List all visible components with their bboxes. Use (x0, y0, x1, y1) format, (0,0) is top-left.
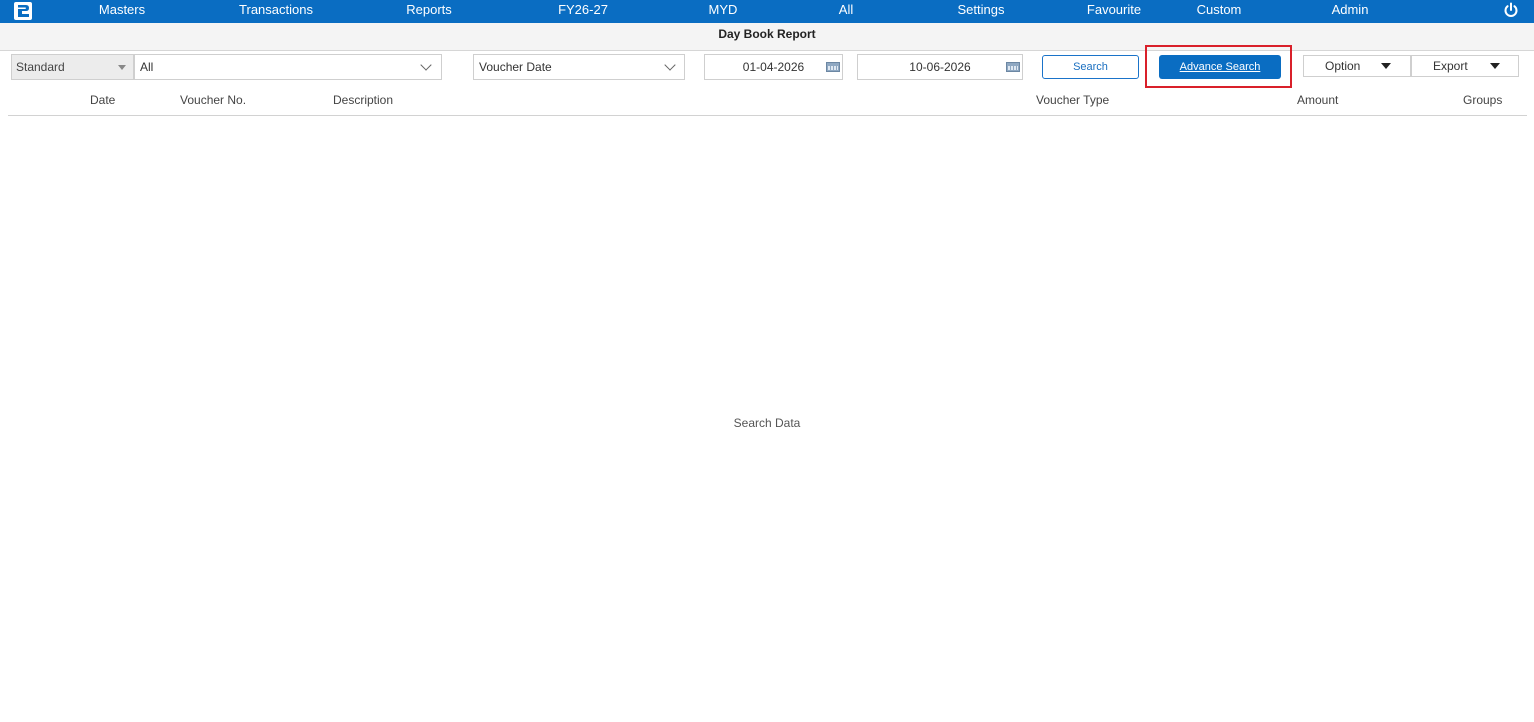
app-logo-icon[interactable] (14, 2, 32, 20)
table-header-divider (8, 115, 1527, 116)
caret-down-icon (1490, 63, 1500, 69)
empty-state-message: Search Data (733, 416, 801, 430)
report-format-select[interactable]: Standard (11, 54, 134, 80)
nav-transactions[interactable]: Transactions (239, 0, 313, 23)
column-header-groups[interactable]: Groups (1463, 93, 1502, 107)
filter-select[interactable]: All (134, 54, 442, 80)
nav-custom[interactable]: Custom (1197, 0, 1242, 23)
nav-reports[interactable]: Reports (406, 0, 452, 23)
from-date-value: 01-04-2026 (742, 60, 805, 74)
nav-admin[interactable]: Admin (1332, 0, 1369, 23)
nav-masters[interactable]: Masters (99, 0, 145, 23)
nav-all[interactable]: All (839, 0, 853, 23)
power-icon[interactable] (1503, 2, 1519, 18)
chevron-down-icon (664, 59, 676, 71)
export-label: Export (1433, 59, 1468, 73)
nav-company[interactable]: MYD (709, 0, 738, 23)
nav-fy[interactable]: FY26-27 (558, 0, 608, 23)
to-date-value: 10-06-2026 (909, 60, 971, 74)
chevron-down-icon (420, 59, 432, 71)
report-format-value: Standard (16, 60, 65, 74)
caret-down-icon (1381, 63, 1391, 69)
to-date-input[interactable]: 10-06-2026 (857, 54, 1023, 80)
column-header-description[interactable]: Description (333, 93, 393, 107)
search-button[interactable]: Search (1042, 55, 1139, 79)
column-header-voucher-no[interactable]: Voucher No. (180, 93, 246, 107)
filter-value: All (140, 60, 154, 74)
column-header-amount[interactable]: Amount (1297, 93, 1338, 107)
nav-favourite[interactable]: Favourite (1087, 0, 1141, 23)
advance-search-button[interactable]: Advance Search (1159, 55, 1281, 79)
calendar-icon[interactable] (826, 62, 840, 72)
date-field-select[interactable]: Voucher Date (473, 54, 685, 80)
calendar-icon[interactable] (1006, 62, 1020, 72)
column-header-voucher-type[interactable]: Voucher Type (1036, 93, 1109, 107)
nav-settings[interactable]: Settings (958, 0, 1005, 23)
column-header-date[interactable]: Date (90, 93, 115, 107)
export-dropdown[interactable]: Export (1411, 55, 1519, 77)
caret-down-icon (118, 65, 126, 70)
option-label: Option (1325, 59, 1361, 73)
top-nav-bar: Masters Transactions Reports FY26-27 MYD… (0, 0, 1534, 23)
option-dropdown[interactable]: Option (1303, 55, 1411, 77)
page-title: Day Book Report (0, 23, 1534, 51)
date-field-value: Voucher Date (479, 60, 552, 74)
from-date-input[interactable]: 01-04-2026 (704, 54, 843, 80)
